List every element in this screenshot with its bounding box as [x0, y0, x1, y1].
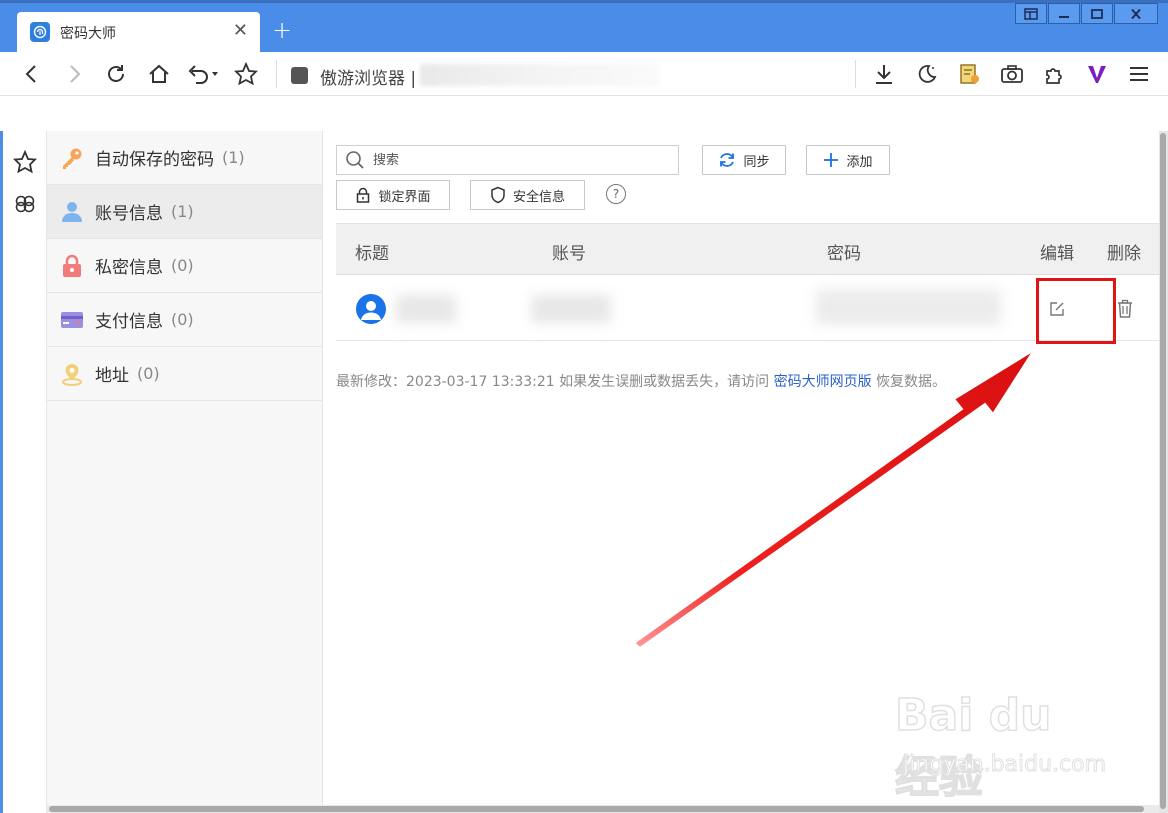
menu-icon[interactable]	[1127, 62, 1151, 86]
scroll-thumb[interactable]	[49, 806, 1144, 812]
web-version-link[interactable]: 密码大师网页版	[774, 374, 872, 390]
category-panel: 自动保存的密码 (1) 账号信息 (1) 私密信息 (0) 支付信息 (0) 地…	[47, 131, 323, 805]
category-label: 自动保存的密码	[95, 150, 214, 170]
notes-icon[interactable]	[957, 62, 981, 86]
baidu-watermark: Bai du 经验 jingyan.baidu.com	[894, 689, 1110, 804]
security-info-button[interactable]: 安全信息	[470, 180, 585, 210]
category-count: (0)	[171, 310, 194, 329]
back-icon[interactable]	[20, 62, 44, 86]
security-info-label: 安全信息	[512, 189, 565, 205]
address-bar[interactable]: 傲游浏览器 |	[320, 64, 416, 89]
location-icon	[60, 362, 84, 386]
navigation-bar: 傲游浏览器 |	[0, 52, 1168, 96]
watermark-main: Bai du 经验	[894, 689, 1052, 804]
search-box[interactable]	[336, 145, 679, 175]
maximize-icon[interactable]	[1081, 3, 1113, 24]
shield-icon	[490, 186, 506, 204]
header-delete: 删除	[1107, 244, 1141, 264]
delete-icon[interactable]	[1116, 299, 1134, 323]
favorites-star-icon[interactable]	[12, 149, 38, 175]
edit-highlight-box	[1036, 278, 1116, 344]
clover-icon[interactable]	[12, 191, 38, 217]
horizontal-scrollbar[interactable]	[47, 805, 1159, 813]
blurred-title	[396, 295, 456, 323]
lock-icon	[60, 254, 84, 278]
tab-close-icon[interactable]: ✕	[233, 20, 248, 41]
category-count: (0)	[137, 364, 160, 383]
vip-icon[interactable]	[1085, 62, 1109, 86]
search-input[interactable]	[373, 150, 663, 170]
header-edit: 编辑	[1040, 244, 1074, 264]
night-mode-icon[interactable]	[915, 62, 939, 86]
layout-icon[interactable]	[1015, 3, 1047, 24]
category-label: 私密信息	[95, 258, 163, 278]
sync-icon	[718, 151, 736, 169]
close-window-icon[interactable]	[1114, 3, 1158, 24]
refresh-icon[interactable]	[104, 62, 128, 86]
sync-button[interactable]: 同步	[702, 145, 786, 175]
screenshot-camera-icon[interactable]	[1000, 62, 1024, 86]
window-controls	[1014, 3, 1158, 24]
nav-separator	[855, 60, 856, 88]
blurred-password	[816, 289, 1001, 325]
sync-label: 同步	[743, 154, 770, 170]
category-account[interactable]: 账号信息 (1)	[47, 185, 322, 239]
add-label: 添加	[846, 154, 873, 170]
user-avatar-icon	[356, 294, 386, 324]
padlock-icon	[355, 187, 371, 203]
top-strip	[0, 0, 1168, 3]
category-label: 账号信息	[95, 204, 163, 224]
header-title: 标题	[355, 244, 389, 264]
category-count: (1)	[171, 202, 194, 221]
category-label: 地址	[95, 366, 129, 386]
new-tab-button[interactable]: +	[272, 17, 292, 43]
address-blurred	[420, 64, 660, 86]
plus-icon	[823, 152, 839, 168]
lock-screen-label: 锁定界面	[378, 189, 431, 205]
blurred-account	[531, 295, 611, 323]
last-modified-note: 最新修改：2023-03-17 13:33:21 如果发生误删或数据丢失，请访问…	[336, 371, 946, 391]
favorite-star-icon[interactable]	[234, 62, 258, 86]
category-auto-saved[interactable]: 自动保存的密码 (1)	[47, 131, 322, 185]
header-password: 密码	[827, 244, 861, 264]
undo-close-tab-icon[interactable]	[186, 62, 222, 86]
header-account: 账号	[552, 244, 586, 264]
category-private[interactable]: 私密信息 (0)	[47, 239, 322, 293]
table-row[interactable]	[336, 275, 1159, 344]
extensions-icon[interactable]	[1042, 62, 1066, 86]
category-count: (1)	[222, 148, 245, 167]
tab-title: 密码大师	[60, 26, 116, 42]
footer-text-end: 恢复数据。	[871, 374, 947, 390]
table-header: 标题 账号 密码 编辑 删除	[336, 223, 1159, 275]
category-payment[interactable]: 支付信息 (0)	[47, 293, 322, 347]
category-address[interactable]: 地址 (0)	[47, 347, 322, 401]
download-icon[interactable]	[872, 62, 896, 86]
lock-screen-button[interactable]: 锁定界面	[336, 180, 450, 210]
footer-text: 最新修改：2023-03-17 13:33:21 如果发生误删或数据丢失，请访问	[336, 374, 774, 390]
site-icon	[291, 67, 308, 84]
home-icon[interactable]	[147, 62, 171, 86]
scroll-thumb[interactable]	[1160, 133, 1166, 809]
password-master-logo-icon	[30, 22, 50, 42]
help-icon[interactable]: ?	[606, 184, 626, 204]
add-button[interactable]: 添加	[806, 145, 890, 175]
key-icon	[60, 146, 84, 170]
nav-separator	[276, 60, 277, 88]
browser-tab[interactable]: 密码大师 ✕	[17, 12, 260, 52]
forward-icon[interactable]	[62, 62, 86, 86]
card-icon	[60, 308, 84, 332]
minimize-icon[interactable]	[1048, 3, 1080, 24]
category-count: (0)	[171, 256, 194, 275]
watermark-url: jingyan.baidu.com	[902, 752, 1107, 778]
category-label: 支付信息	[95, 312, 163, 332]
user-icon	[60, 200, 84, 224]
search-icon	[345, 150, 365, 174]
vertical-scrollbar[interactable]	[1159, 131, 1168, 813]
side-panel-strip	[3, 131, 47, 813]
bookmark-bar	[0, 96, 1168, 131]
